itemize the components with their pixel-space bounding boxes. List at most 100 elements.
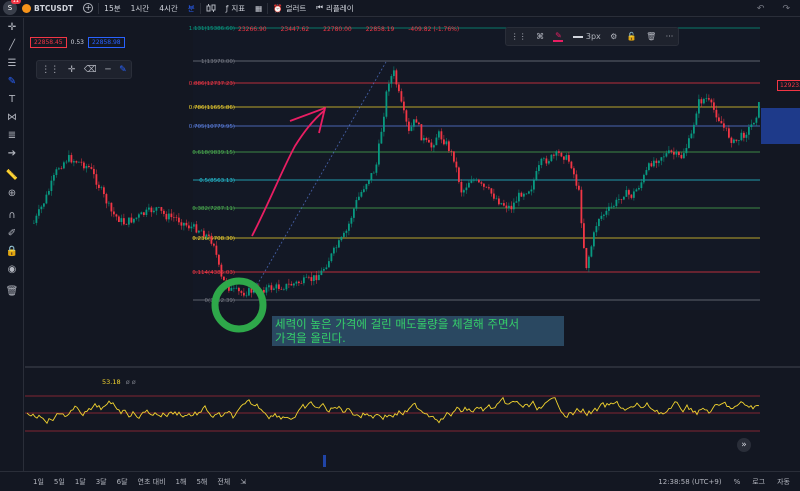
candle-body <box>558 151 560 153</box>
candle-body <box>335 247 338 249</box>
replay-button[interactable]: ⏮ 리플레이 <box>311 0 358 17</box>
candle-body <box>193 224 195 227</box>
range-5y[interactable]: 5해 <box>191 477 212 487</box>
candle-body <box>758 102 760 118</box>
chart-type-button[interactable] <box>201 0 221 17</box>
candle-body <box>438 131 440 138</box>
candle-body <box>410 126 413 131</box>
candle-body <box>318 274 320 281</box>
range-1d[interactable]: 1일 <box>28 477 49 487</box>
candle-body <box>240 291 243 293</box>
text-icon[interactable]: T <box>0 90 24 108</box>
clock-time[interactable]: 12:38:58 (UTC+9) <box>658 478 721 486</box>
candle-body <box>540 158 543 166</box>
candle-body <box>570 161 573 169</box>
candle-body <box>663 156 665 158</box>
candle-body <box>475 179 478 181</box>
arrow-icon[interactable]: ➔ <box>0 144 24 162</box>
drag-handle-icon[interactable]: ⋮⋮ <box>511 32 527 41</box>
candle-body <box>750 124 753 128</box>
auto-toggle[interactable]: 자동 <box>777 477 790 487</box>
range-6m[interactable]: 6달 <box>112 477 133 487</box>
range-ytd[interactable]: 연초 대비 <box>133 477 171 487</box>
candle-body <box>743 132 745 138</box>
redo-icon[interactable]: ↷ <box>782 4 790 14</box>
candle-body <box>123 218 125 225</box>
annotation-callout[interactable]: 세력이 높은 가격에 걸린 매도물량을 체결해 주면서 가격을 올린다. <box>272 316 564 346</box>
date-range-icon[interactable]: ⇲ <box>235 478 251 486</box>
interval-15m[interactable]: 15분 <box>99 0 125 17</box>
candle-body <box>148 207 150 210</box>
line-color-button[interactable]: ✎ <box>553 31 564 42</box>
scroll-to-realtime-button[interactable]: » <box>737 438 751 452</box>
log-toggle[interactable]: 로그 <box>752 477 765 487</box>
interval-4h[interactable]: 4시간 <box>154 0 183 17</box>
candle-body <box>553 154 555 156</box>
chart-area[interactable]: 1.131(15386.60) 1(13970.00) 0.886(12737.23… <box>25 18 800 471</box>
indicators-button[interactable]: ƒ 지표 <box>221 0 250 17</box>
trash-icon[interactable]: 🗑 <box>0 282 24 300</box>
candles-icon <box>206 4 216 12</box>
lock-icon[interactable]: 🔓 <box>627 32 637 41</box>
line-icon[interactable]: ─ <box>105 65 110 75</box>
candle-body <box>248 288 250 296</box>
layout-icon: ▦ <box>255 3 263 13</box>
undo-icon[interactable]: ↶ <box>757 4 765 14</box>
trendline-icon[interactable]: ╱ <box>0 36 24 54</box>
interval-selected[interactable]: 분 <box>183 0 200 17</box>
range-1m[interactable]: 1달 <box>70 477 91 487</box>
alert-button[interactable]: ⏰ 얼러트 <box>268 0 311 17</box>
fib-icon[interactable]: ≣ <box>0 126 24 144</box>
drawing-toolbar: ✛ ╱ ☰ ✎ T ⋈ ≣ ➔ 📏 ⊕ ∩ ✐ 🔒 ◉ 🗑 <box>0 18 24 471</box>
percent-toggle[interactable]: % <box>734 478 741 486</box>
settings-icon[interactable]: ⚙ <box>610 32 617 41</box>
range-1y[interactable]: 1해 <box>171 477 192 487</box>
candle-body <box>150 207 153 213</box>
candle-body <box>133 218 135 223</box>
candle-body <box>265 287 268 293</box>
candle-body <box>230 287 233 291</box>
pattern-icon[interactable]: ⋈ <box>0 108 24 126</box>
fib-level-label: 0.382(7287.11) <box>192 206 235 212</box>
chart-canvas[interactable]: 1.131(15386.60) 1(13970.00) 0.886(12737.23… <box>25 18 800 471</box>
parallel-channel-icon[interactable]: ☰ <box>0 54 24 72</box>
crosshair-icon[interactable]: ✛ <box>0 18 24 36</box>
stay-drawing-icon[interactable]: ✐ <box>0 224 24 242</box>
candle-body <box>163 210 165 214</box>
range-5d[interactable]: 5일 <box>49 477 70 487</box>
interval-1h[interactable]: 1시간 <box>126 0 155 17</box>
lock-icon[interactable]: 🔒 <box>0 242 24 260</box>
range-3m[interactable]: 3달 <box>91 477 112 487</box>
more-icon[interactable]: ··· <box>666 32 674 41</box>
crosshair-icon[interactable]: ✛ <box>68 65 76 75</box>
brush-icon[interactable]: ✎ <box>119 65 127 75</box>
candle-body <box>78 161 80 163</box>
user-avatar[interactable]: S 11 <box>3 0 21 15</box>
candle-body <box>715 109 718 118</box>
candle-body <box>33 222 35 224</box>
ohlc-open: 23266.90 <box>238 26 267 33</box>
symbol-search[interactable]: BTCUSDT <box>17 0 78 17</box>
candle-body <box>625 190 628 197</box>
add-symbol-button[interactable]: + <box>78 0 98 17</box>
drag-handle-icon[interactable]: ⋮⋮ <box>41 65 59 75</box>
candle-body <box>578 185 580 190</box>
line-width-button[interactable]: 3px <box>572 32 601 41</box>
range-all[interactable]: 전체 <box>212 477 235 487</box>
candle-body <box>43 203 45 207</box>
candle-body <box>520 192 523 197</box>
zoom-in-icon[interactable]: ⊕ <box>0 184 24 202</box>
magnet-icon[interactable]: ∩ <box>0 206 24 224</box>
candle-body <box>638 188 640 190</box>
layout-button[interactable]: ▦ <box>250 0 267 17</box>
template-icon[interactable]: ⌘ <box>536 32 544 41</box>
trash-icon[interactable]: 🗑 <box>646 32 656 41</box>
eraser-icon[interactable]: ⌫ <box>84 65 97 75</box>
buy-button[interactable]: 22858.98 <box>88 37 125 48</box>
eye-icon[interactable]: ◉ <box>0 260 24 278</box>
fib-retracement[interactable]: 1.131(15386.60) 1(13970.00) 0.886(12737.23… <box>189 18 760 310</box>
oscillator-line <box>26 396 760 425</box>
ruler-icon[interactable]: 📏 <box>0 166 24 184</box>
brush-icon[interactable]: ✎ <box>0 72 24 90</box>
sell-button[interactable]: 22858.45 <box>30 37 67 48</box>
